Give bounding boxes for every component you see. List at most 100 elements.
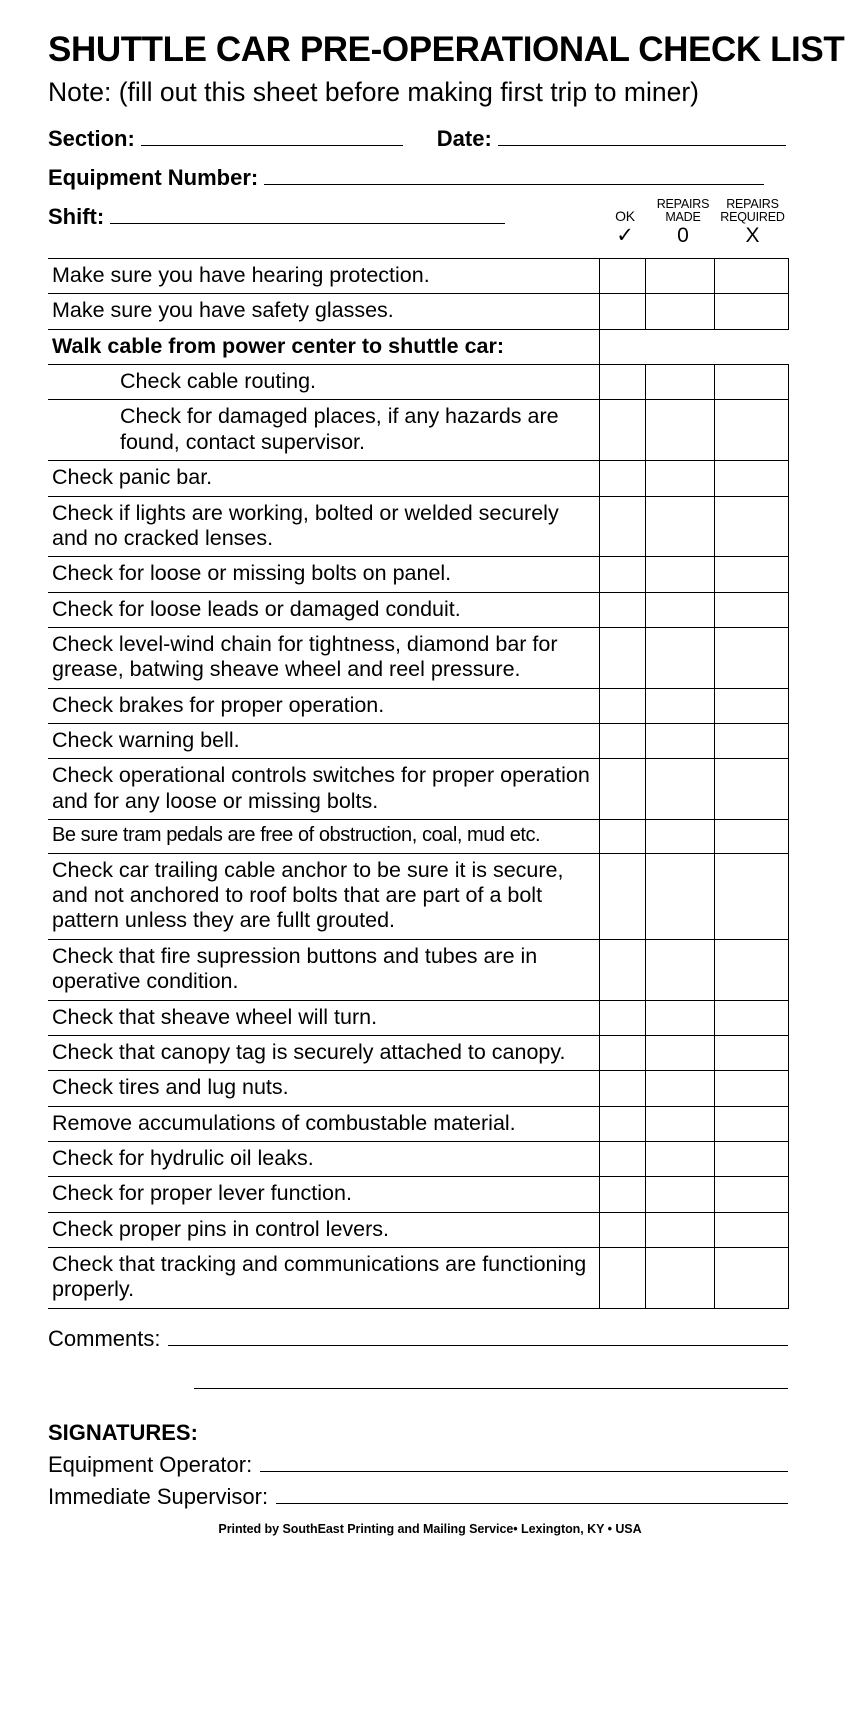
checkbox-cell-repairs-required[interactable] bbox=[713, 591, 789, 628]
checkbox-cell-repairs-required[interactable] bbox=[713, 938, 789, 1001]
checkbox-cell-ok[interactable] bbox=[598, 938, 646, 1001]
checkbox-cell-repairs-required[interactable] bbox=[713, 364, 789, 401]
checklist-item-text: Check operational controls switches for … bbox=[48, 758, 600, 821]
checkbox-cell-ok[interactable] bbox=[598, 687, 646, 725]
checkbox-cell-ok[interactable] bbox=[598, 591, 646, 628]
checkbox-cell-repairs-made[interactable] bbox=[644, 938, 715, 1001]
checkbox-cell-ok[interactable] bbox=[598, 1070, 646, 1107]
checkbox-cell-repairs-required[interactable] bbox=[713, 460, 789, 497]
checkbox-cell-repairs-made[interactable] bbox=[644, 1176, 715, 1213]
checkbox-cell-repairs-made[interactable] bbox=[644, 257, 715, 295]
x-icon: X bbox=[745, 223, 760, 247]
checkbox-cell-repairs-made[interactable] bbox=[644, 293, 715, 330]
checkbox-cell-ok[interactable] bbox=[598, 723, 646, 760]
table-row: Check cable routing. bbox=[48, 364, 789, 401]
checkbox-cell-repairs-made[interactable] bbox=[644, 364, 715, 401]
checkbox-cell-repairs-required[interactable] bbox=[713, 293, 789, 330]
checklist-item-text: Walk cable from power center to shuttle … bbox=[48, 328, 600, 366]
checkbox-cell-repairs-made[interactable] bbox=[644, 687, 715, 725]
checkbox-cell-repairs-required[interactable] bbox=[713, 852, 789, 940]
checkbox-cell-repairs-required[interactable] bbox=[713, 1176, 789, 1213]
equipment-number-row: Equipment Number: bbox=[48, 165, 764, 191]
comments-input-line2[interactable] bbox=[194, 1384, 788, 1389]
checkbox-cell-ok[interactable] bbox=[598, 399, 646, 462]
checkbox-cell-repairs-made[interactable] bbox=[644, 591, 715, 628]
column-header-repairs-made: REPAIRS MADE 0 bbox=[649, 198, 717, 247]
section-input[interactable] bbox=[140, 127, 403, 146]
checkbox-cell-repairs-made[interactable] bbox=[644, 460, 715, 497]
table-row: Check operational controls switches for … bbox=[48, 758, 789, 821]
checkbox-cell-ok[interactable] bbox=[598, 364, 646, 401]
column-header-repairs-made-line1: REPAIRS bbox=[656, 197, 710, 211]
checkbox-cell-repairs-made[interactable] bbox=[644, 819, 715, 854]
checkbox-cell-repairs-required[interactable] bbox=[713, 1034, 789, 1072]
checkbox-cell-repairs-required[interactable] bbox=[713, 556, 789, 593]
table-row: Check for loose leads or damaged conduit… bbox=[48, 591, 789, 628]
checkbox-cell-repairs-required[interactable] bbox=[713, 999, 789, 1036]
checkbox-cell-repairs-made[interactable] bbox=[644, 723, 715, 760]
checkbox-cell-repairs-made[interactable] bbox=[644, 1247, 715, 1309]
checklist-item-text: Check cable routing. bbox=[48, 364, 600, 401]
checkbox-cell-ok[interactable] bbox=[598, 257, 646, 295]
supervisor-signature-row: Immediate Supervisor: bbox=[48, 1484, 788, 1510]
checkbox-cell-repairs-required[interactable] bbox=[713, 1211, 789, 1249]
checkbox-cell-ok[interactable] bbox=[598, 819, 646, 854]
checkbox-cell-ok[interactable] bbox=[598, 852, 646, 940]
checkbox-cell-repairs-made[interactable] bbox=[644, 399, 715, 462]
checkbox-cell-repairs-made[interactable] bbox=[644, 1140, 715, 1178]
checklist-page: SHUTTLE CAR PRE-OPERATIONAL CHECK LIST N… bbox=[0, 0, 860, 1710]
checkbox-cell-repairs-required[interactable] bbox=[713, 758, 789, 821]
checkbox-cell-repairs-made[interactable] bbox=[644, 1034, 715, 1072]
checkbox-cell-ok[interactable] bbox=[598, 556, 646, 593]
checkbox-cell-ok[interactable] bbox=[598, 626, 646, 689]
signatures-title: SIGNATURES: bbox=[48, 1420, 198, 1445]
table-row: Check proper pins in control levers. bbox=[48, 1211, 789, 1249]
checkbox-cell-repairs-made[interactable] bbox=[644, 556, 715, 593]
checkbox-cell-repairs-made[interactable] bbox=[644, 626, 715, 689]
comments-input[interactable] bbox=[168, 1325, 788, 1346]
checkbox-cell-ok[interactable] bbox=[598, 460, 646, 497]
checkbox-cell-repairs-required[interactable] bbox=[713, 1247, 789, 1309]
checkbox-cell-ok[interactable] bbox=[598, 1176, 646, 1213]
checkbox-cell-repairs-required[interactable] bbox=[713, 1105, 789, 1142]
operator-signature-input[interactable] bbox=[260, 1452, 788, 1472]
checkbox-cell-repairs-made[interactable] bbox=[644, 852, 715, 940]
checkbox-cell-repairs-required[interactable] bbox=[713, 819, 789, 854]
signatures-section: SIGNATURES: Equipment Operator: Immediat… bbox=[48, 1420, 788, 1510]
checkbox-cell-repairs-required[interactable] bbox=[713, 399, 789, 462]
checkbox-cell-repairs-required[interactable] bbox=[713, 626, 789, 689]
checkbox-cell-repairs-required[interactable] bbox=[713, 495, 789, 558]
table-row: Check that sheave wheel will turn. bbox=[48, 999, 789, 1036]
checkbox-cell-ok[interactable] bbox=[598, 758, 646, 821]
supervisor-signature-input[interactable] bbox=[276, 1484, 788, 1504]
checkbox-cell-ok[interactable] bbox=[598, 1140, 646, 1178]
checkbox-cell-ok bbox=[599, 329, 645, 364]
checkbox-cell-ok[interactable] bbox=[598, 495, 646, 558]
checkbox-cell-repairs-made[interactable] bbox=[644, 758, 715, 821]
table-row: Make sure you have hearing protection. bbox=[48, 257, 789, 295]
checkbox-cell-ok[interactable] bbox=[598, 1247, 646, 1309]
date-input[interactable] bbox=[497, 127, 786, 146]
checkbox-cell-ok[interactable] bbox=[598, 999, 646, 1036]
checkbox-cell-repairs-made[interactable] bbox=[644, 495, 715, 558]
checkbox-cell-repairs-required[interactable] bbox=[713, 1140, 789, 1178]
checkbox-cell-ok[interactable] bbox=[598, 293, 646, 330]
table-row: Check for hydrulic oil leaks. bbox=[48, 1140, 789, 1178]
operator-label: Equipment Operator: bbox=[48, 1452, 253, 1477]
equipment-number-input[interactable] bbox=[264, 166, 764, 185]
checklist-item-text: Make sure you have hearing protection. bbox=[48, 257, 600, 295]
shift-input[interactable] bbox=[110, 205, 506, 224]
checkbox-cell-repairs-required[interactable] bbox=[713, 1070, 789, 1107]
checkbox-cell-repairs-required[interactable] bbox=[713, 687, 789, 725]
checkbox-cell-repairs-made[interactable] bbox=[644, 1211, 715, 1249]
checkbox-cell-repairs-made[interactable] bbox=[644, 999, 715, 1036]
checkbox-cell-repairs-required[interactable] bbox=[713, 723, 789, 760]
checkbox-cell-repairs-made[interactable] bbox=[644, 1105, 715, 1142]
checklist-item-text: Check panic bar. bbox=[48, 460, 600, 497]
checkbox-cell-ok[interactable] bbox=[598, 1105, 646, 1142]
checkbox-cell-ok[interactable] bbox=[598, 1211, 646, 1249]
checkbox-cell-ok[interactable] bbox=[598, 1034, 646, 1072]
checkbox-cell-repairs-made[interactable] bbox=[644, 1070, 715, 1107]
checkbox-cell-repairs-required[interactable] bbox=[713, 257, 789, 295]
checklist-item-text: Check for proper lever function. bbox=[48, 1176, 600, 1213]
